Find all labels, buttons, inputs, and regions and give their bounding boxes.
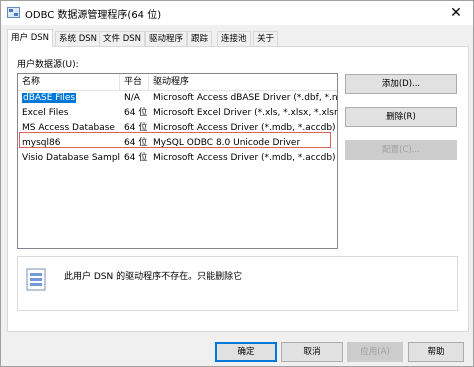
apply-button[interactable]: 应用(A) [347,342,403,362]
window-title: ODBC 数据源管理程序(64 位) [25,10,162,21]
table-row[interactable]: mysql86 64 位 MySQL ODBC 8.0 Unicode Driv… [18,136,337,151]
dsn-name: dBASE Files [22,93,77,103]
dsn-platform: 64 位 [124,138,148,148]
dsn-platform: 64 位 [124,153,148,163]
dsn-name: Visio Database Samples [22,153,120,163]
odbc-window: ODBC 数据源管理程序(64 位) ✕ 用户 DSN 系统 DSN 文件 DS… [0,0,474,367]
dsn-platform: 64 位 [124,108,148,118]
dsn-driver: Microsoft Access dBASE Driver (*.dbf, *.… [153,93,338,103]
dsn-name: mysql86 [22,138,61,148]
dsn-driver: Microsoft Access Driver (*.mdb, *.accdb) [153,153,336,163]
table-row[interactable]: dBASE Files N/A Microsoft Access dBASE D… [18,91,337,106]
tab-about[interactable]: 关于 [253,31,279,46]
table-row[interactable]: Visio Database Samples 64 位 Microsoft Ac… [18,151,337,166]
tab-tracing[interactable]: 跟踪 [187,31,213,46]
column-header-driver[interactable]: 驱动程序 [149,74,337,90]
table-row[interactable]: Excel Files 64 位 Microsoft Excel Driver … [18,106,337,121]
dsn-driver: Microsoft Access Driver (*.mdb, *.accdb) [153,123,336,133]
user-data-sources-label: 用户数据源(U): [17,60,79,70]
cancel-button[interactable]: 取消 [281,342,343,362]
dsn-driver: MySQL ODBC 8.0 Unicode Driver [153,138,301,148]
configure-button[interactable]: 配置(C)... [345,140,457,160]
tab-file-dsn[interactable]: 文件 DSN [99,31,146,46]
info-text: 此用户 DSN 的驱动程序不存在。只能删除它 [64,272,243,282]
close-icon[interactable]: ✕ [439,1,473,25]
dsn-platform: N/A [124,93,140,103]
tab-system-dsn[interactable]: 系统 DSN [55,31,102,46]
help-button[interactable]: 帮助 [408,342,464,362]
tab-drivers[interactable]: 驱动程序 [145,31,188,46]
dsn-list[interactable]: 名称 平台 驱动程序 dBASE Files N/A Microsoft Acc… [17,73,338,249]
title-bar[interactable]: ODBC 数据源管理程序(64 位) ✕ [1,1,473,25]
column-header-name[interactable]: 名称 [18,74,120,90]
list-header: 名称 平台 驱动程序 [18,74,337,91]
dsn-name: MS Access Database [22,123,115,133]
tab-user-dsn[interactable]: 用户 DSN [7,29,54,47]
dsn-name: Excel Files [22,108,69,118]
dsn-platform: 64 位 [124,123,148,133]
add-button[interactable]: 添加(D)... [345,74,457,94]
data-source-icon [26,268,46,291]
table-row[interactable]: MS Access Database 64 位 Microsoft Access… [18,121,337,136]
dsn-driver: Microsoft Excel Driver (*.xls, *.xlsx, *… [153,108,337,118]
tab-connection-pooling[interactable]: 连接池 [217,31,251,46]
odbc-app-icon [7,7,20,18]
info-box: 此用户 DSN 的驱动程序不存在。只能删除它 [17,256,458,311]
ok-button[interactable]: 确定 [215,342,277,362]
column-header-platform[interactable]: 平台 [120,74,149,90]
remove-button[interactable]: 删除(R) [345,107,457,127]
